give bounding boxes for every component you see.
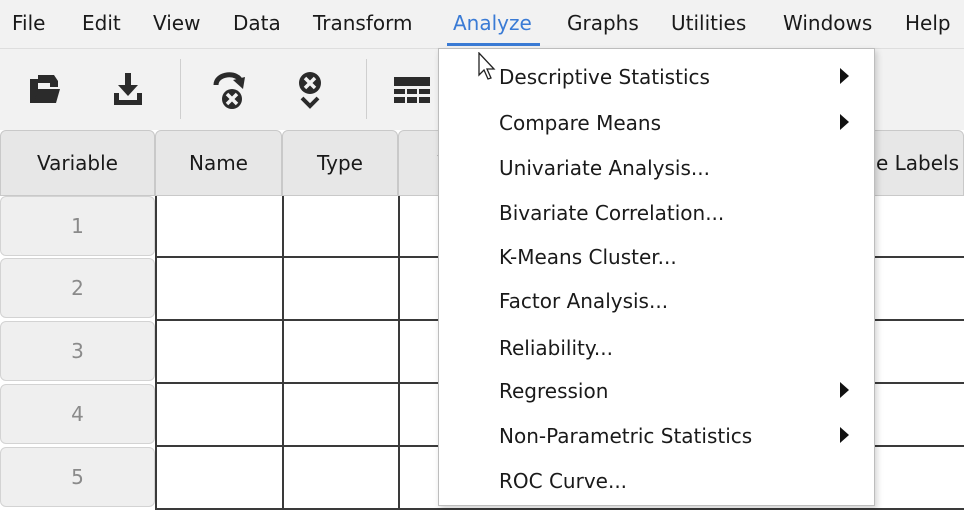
undo-cancel-icon bbox=[213, 72, 245, 109]
row-header-5[interactable]: 5 bbox=[0, 447, 155, 507]
save-button[interactable] bbox=[100, 61, 156, 117]
close-variable-icon bbox=[299, 72, 321, 109]
menu-item-univariate-analysis[interactable]: Univariate Analysis... bbox=[439, 146, 874, 190]
column-divider bbox=[155, 196, 157, 510]
menu-item-label: Compare Means bbox=[499, 111, 661, 135]
open-file-icon bbox=[30, 75, 60, 103]
submenu-arrow-icon bbox=[840, 382, 849, 398]
menu-item-non-parametric-statistics[interactable]: Non-Parametric Statistics bbox=[439, 414, 874, 458]
menu-analyze[interactable]: Analyze bbox=[447, 0, 540, 48]
menu-item-roc-curve[interactable]: ROC Curve... bbox=[439, 459, 874, 503]
menu-item-label: ROC Curve... bbox=[499, 469, 628, 493]
column-divider bbox=[398, 196, 400, 510]
menu-item-regression[interactable]: Regression bbox=[439, 369, 874, 413]
menu-data[interactable]: Data bbox=[233, 0, 281, 48]
menu-item-label: K-Means Cluster... bbox=[499, 245, 677, 269]
menu-help[interactable]: Help bbox=[905, 0, 951, 48]
delete-variable-button[interactable] bbox=[282, 61, 338, 117]
menu-bar: File Edit View Data Transform Analyze Gr… bbox=[0, 0, 964, 48]
menu-graphs[interactable]: Graphs bbox=[567, 0, 639, 48]
menu-item-compare-means[interactable]: Compare Means bbox=[439, 101, 874, 145]
save-download-icon bbox=[114, 73, 142, 105]
row-header-2[interactable]: 2 bbox=[0, 258, 155, 318]
menu-item-label: Factor Analysis... bbox=[499, 289, 669, 313]
menu-item-factor-analysis[interactable]: Factor Analysis... bbox=[439, 279, 874, 323]
open-file-button[interactable] bbox=[16, 61, 72, 117]
menu-item-label: Reliability... bbox=[499, 336, 613, 360]
menu-edit[interactable]: Edit bbox=[82, 0, 121, 48]
menu-windows[interactable]: Windows bbox=[783, 0, 872, 48]
column-header-value-labels[interactable]: e Labels bbox=[860, 130, 964, 196]
row-header-4[interactable]: 4 bbox=[0, 384, 155, 444]
toolbar-separator bbox=[180, 59, 181, 119]
column-header-name[interactable]: Name bbox=[155, 130, 282, 196]
submenu-arrow-icon bbox=[840, 114, 849, 130]
submenu-arrow-icon bbox=[840, 427, 849, 443]
table-grid-icon bbox=[394, 77, 430, 103]
menu-item-k-means-cluster[interactable]: K-Means Cluster... bbox=[439, 235, 874, 279]
menu-item-label: Descriptive Statistics bbox=[499, 65, 710, 89]
toolbar-separator bbox=[366, 59, 367, 119]
menu-transform[interactable]: Transform bbox=[313, 0, 412, 48]
menu-item-label: Non-Parametric Statistics bbox=[499, 424, 753, 448]
row-header-1[interactable]: 1 bbox=[0, 196, 155, 256]
analyze-dropdown-menu: Descriptive Statistics Compare Means Uni… bbox=[438, 48, 875, 506]
menu-item-label: Regression bbox=[499, 379, 609, 403]
menu-item-label: Univariate Analysis... bbox=[499, 156, 710, 180]
menu-file[interactable]: File bbox=[12, 0, 45, 48]
submenu-arrow-icon bbox=[840, 68, 849, 84]
menu-utilities[interactable]: Utilities bbox=[671, 0, 746, 48]
menu-item-reliability[interactable]: Reliability... bbox=[439, 326, 874, 370]
row-header-3[interactable]: 3 bbox=[0, 321, 155, 381]
menu-view[interactable]: View bbox=[153, 0, 200, 48]
undo-button[interactable] bbox=[202, 61, 258, 117]
column-header-variable[interactable]: Variable bbox=[0, 130, 155, 196]
column-header-type[interactable]: Type bbox=[282, 130, 398, 196]
menu-item-descriptive-statistics[interactable]: Descriptive Statistics bbox=[439, 55, 874, 99]
mouse-pointer-icon bbox=[478, 52, 496, 80]
table-view-button[interactable] bbox=[382, 61, 438, 117]
menu-item-bivariate-correlation[interactable]: Bivariate Correlation... bbox=[439, 191, 874, 235]
menu-item-label: Bivariate Correlation... bbox=[499, 201, 725, 225]
column-divider bbox=[282, 196, 284, 510]
